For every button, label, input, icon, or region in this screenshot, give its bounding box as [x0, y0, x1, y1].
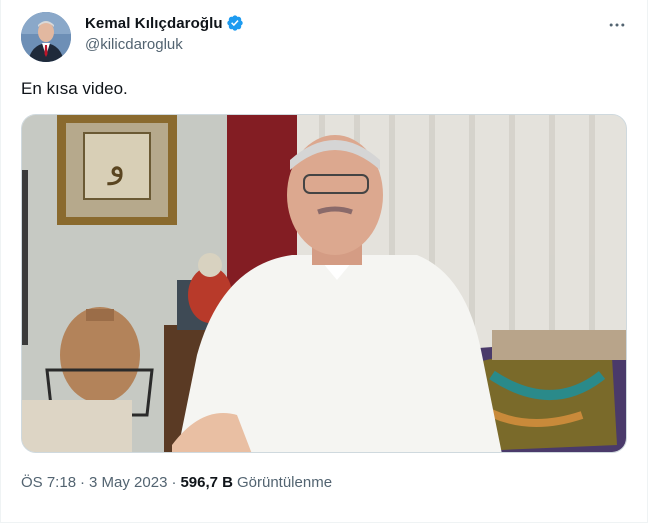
video-thumbnail: و	[22, 115, 626, 452]
author-handle[interactable]: @kilicdarogluk	[85, 36, 183, 53]
verified-badge-icon	[226, 15, 243, 31]
tweet-card[interactable]: Kemal Kılıçdaroğlu @kilicdarogluk En kıs…	[0, 0, 648, 523]
avatar[interactable]	[21, 12, 71, 62]
more-options-button[interactable]	[604, 12, 630, 38]
frame-border-left	[0, 0, 1, 523]
tweet-time[interactable]: ÖS 7:18	[21, 474, 76, 491]
tweet-meta: ÖS 7:18 · 3 May 2023 · 596,7 B Görüntüle…	[21, 474, 332, 491]
author-display-name[interactable]: Kemal Kılıçdaroğlu	[85, 15, 223, 32]
tweet-date[interactable]: 3 May 2023	[89, 474, 167, 491]
video-player[interactable]: و	[21, 114, 627, 453]
svg-text:و: و	[107, 146, 125, 186]
views-count: 596,7 B	[180, 474, 233, 491]
meta-separator: ·	[171, 474, 177, 491]
tweet-text: En kısa video.	[21, 79, 128, 98]
meta-separator: ·	[80, 474, 86, 491]
more-horizontal-icon	[609, 23, 625, 27]
views-label: Görüntülenme	[236, 474, 333, 491]
author-name-row[interactable]: Kemal Kılıçdaroğlu	[85, 14, 244, 32]
